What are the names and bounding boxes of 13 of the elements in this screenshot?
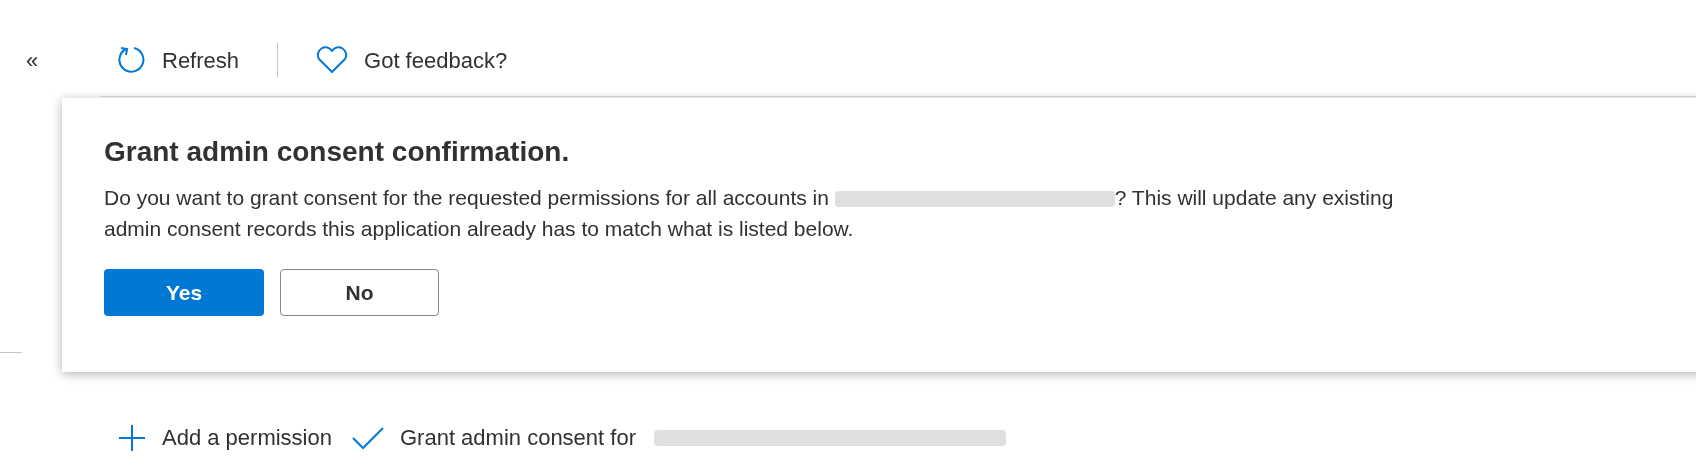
yes-button[interactable]: Yes [104, 269, 264, 316]
plus-icon [118, 423, 146, 452]
checkmark-icon [352, 425, 384, 450]
grant-consent-button[interactable]: Grant admin consent for [352, 421, 1006, 454]
heart-icon [316, 46, 349, 74]
dialog-title: Grant admin consent confirmation. [104, 135, 571, 169]
dialog-message: Do you want to grant consent for the requested permissions for all accounts in ? This will update any existing admin consent records this application already has to match what is listed below. [104, 185, 1394, 242]
collapse-button[interactable]: « [22, 46, 42, 76]
feedback-button[interactable]: Got feedback? [298, 40, 526, 80]
add-permission-button[interactable]: Add a permission [118, 421, 332, 454]
refresh-icon [118, 45, 146, 75]
refresh-button[interactable]: Refresh [100, 40, 258, 80]
no-button[interactable]: No [280, 269, 439, 316]
